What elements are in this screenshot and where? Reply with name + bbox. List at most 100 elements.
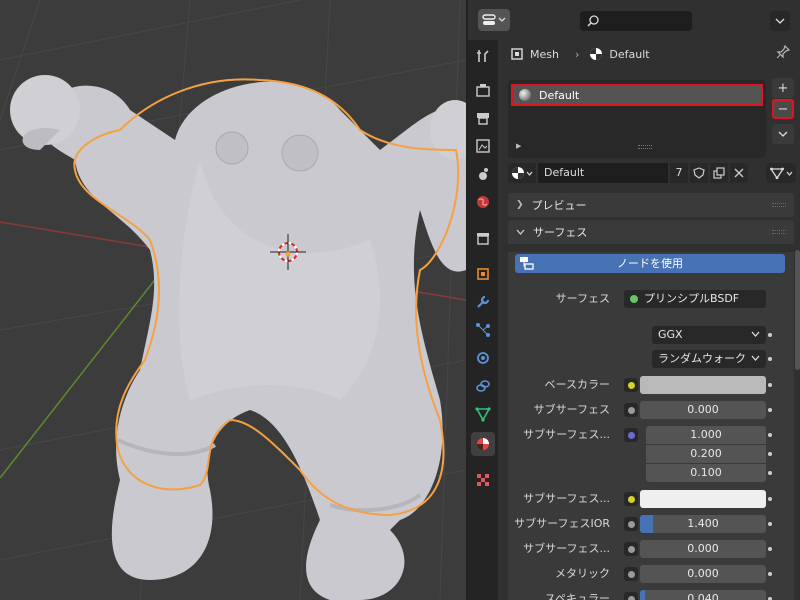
- specular-field[interactable]: 0.040: [640, 590, 766, 600]
- tool-icon: [477, 50, 489, 62]
- input-socket-dot[interactable]: [768, 408, 772, 412]
- tab-scene[interactable]: [471, 162, 495, 186]
- value-socket-icon[interactable]: [624, 542, 638, 556]
- material-users-count[interactable]: 7: [670, 163, 688, 183]
- editor-type-button[interactable]: [478, 9, 510, 31]
- subsurface-anisotropy-label: サブサーフェス...: [523, 542, 610, 555]
- distribution-dropdown[interactable]: GGX: [652, 326, 766, 344]
- subsurface-anisotropy-value: 0.000: [687, 542, 719, 555]
- surface-shader-label: サーフェス: [555, 292, 610, 305]
- pin-icon[interactable]: [776, 45, 790, 59]
- subsurface-field[interactable]: 0.000: [640, 401, 766, 419]
- tab-view-layer[interactable]: [471, 134, 495, 158]
- chevron-down-icon: [778, 131, 788, 137]
- subsurface-anisotropy-field[interactable]: 0.000: [640, 540, 766, 558]
- surface-shader-selector[interactable]: プリンシプルBSDF: [624, 290, 766, 308]
- subsurface-radius-z-field[interactable]: 0.100: [646, 464, 766, 482]
- drag-handle[interactable]: [772, 230, 786, 234]
- drag-handle[interactable]: [772, 203, 786, 207]
- surface-shader-value: プリンシプルBSDF: [644, 292, 740, 305]
- node-tree-icon: [520, 257, 534, 270]
- list-resize-handle[interactable]: [638, 145, 652, 149]
- material-slot-label: Default: [539, 88, 580, 102]
- shader-socket-icon: [630, 295, 638, 303]
- tab-particles[interactable]: [471, 318, 495, 342]
- metallic-value: 0.000: [687, 567, 719, 580]
- section-surface-header[interactable]: サーフェス: [508, 220, 794, 244]
- panel-scrollbar[interactable]: [795, 250, 800, 370]
- close-icon: [734, 168, 744, 178]
- subsurface-color-swatch[interactable]: [640, 490, 766, 508]
- physics-icon: [477, 352, 489, 364]
- subsurface-method-dropdown[interactable]: ランダムウォーク: [652, 350, 766, 368]
- tab-tool[interactable]: [471, 44, 495, 68]
- value-socket-icon[interactable]: [624, 592, 638, 600]
- chevron-right-icon: ❯: [516, 200, 524, 210]
- subsurface-color-label: サブサーフェス...: [523, 492, 610, 505]
- breadcrumb-separator: ›: [574, 47, 580, 61]
- base-color-swatch[interactable]: [640, 376, 766, 394]
- view-layer-icon: [476, 139, 490, 153]
- scene-icon: [479, 168, 488, 180]
- material-slot-list[interactable]: Default ▶: [508, 80, 766, 158]
- input-socket-dot[interactable]: [768, 433, 772, 437]
- character-mesh[interactable]: [10, 75, 466, 600]
- 3d-viewport[interactable]: [0, 0, 466, 600]
- vector-socket-icon[interactable]: [624, 428, 638, 442]
- tab-render[interactable]: [471, 78, 495, 102]
- breadcrumb-object: Mesh: [530, 47, 559, 61]
- input-socket-dot[interactable]: [768, 522, 772, 526]
- properties-header: [468, 0, 800, 40]
- color-socket-icon[interactable]: [624, 492, 638, 506]
- input-socket-dot[interactable]: [768, 357, 772, 361]
- browse-material-button[interactable]: [508, 163, 536, 183]
- distribution-value: GGX: [658, 328, 683, 341]
- material-specials-menu-button[interactable]: [772, 124, 794, 144]
- input-socket-dot[interactable]: [768, 572, 772, 576]
- breadcrumb-material: Default: [609, 47, 650, 61]
- remove-material-slot-button[interactable]: −: [772, 99, 794, 119]
- world-icon: [477, 196, 489, 208]
- value-socket-icon[interactable]: [624, 567, 638, 581]
- material-slot-default[interactable]: Default: [511, 84, 763, 106]
- subsurface-radius-y-field[interactable]: 0.200: [646, 445, 766, 463]
- material-name-field[interactable]: Default: [538, 163, 668, 183]
- chevron-down-icon: [775, 18, 785, 24]
- material-icon: [512, 167, 524, 179]
- search-input[interactable]: [580, 11, 692, 31]
- chevron-down-icon: [751, 355, 760, 361]
- input-socket-dot[interactable]: [768, 547, 772, 551]
- input-socket-dot[interactable]: [768, 383, 772, 387]
- tab-object[interactable]: [471, 262, 495, 286]
- tab-physics[interactable]: [471, 346, 495, 370]
- section-preview-header[interactable]: ❯ プレビュー: [508, 193, 794, 217]
- input-socket-dot[interactable]: [768, 471, 772, 475]
- add-material-slot-button[interactable]: +: [772, 78, 794, 98]
- search-icon: [587, 15, 599, 27]
- subsurface-ior-field[interactable]: 1.400: [640, 515, 766, 533]
- tab-world[interactable]: [471, 190, 495, 214]
- subsurface-radius-x-field[interactable]: 1.000: [646, 426, 766, 444]
- expand-list-icon[interactable]: ▶: [516, 142, 521, 150]
- input-socket-dot[interactable]: [768, 452, 772, 456]
- value-socket-icon[interactable]: [624, 517, 638, 531]
- base-color-label: ベースカラー: [544, 378, 610, 391]
- section-surface-label: サーフェス: [533, 226, 588, 239]
- metallic-field[interactable]: 0.000: [640, 565, 766, 583]
- options-dropdown-button[interactable]: [770, 11, 790, 31]
- object-icon: [477, 268, 489, 280]
- tab-collection[interactable]: [471, 226, 495, 250]
- tab-output[interactable]: [471, 106, 495, 130]
- unlink-material-button[interactable]: [730, 163, 748, 183]
- fake-user-button[interactable]: [690, 163, 708, 183]
- color-socket-icon[interactable]: [624, 378, 638, 392]
- tab-texture[interactable]: [471, 468, 495, 492]
- value-socket-icon[interactable]: [624, 403, 638, 417]
- input-socket-dot[interactable]: [768, 497, 772, 501]
- chevron-down-icon: [751, 331, 760, 337]
- duplicate-material-button[interactable]: [710, 163, 728, 183]
- material-link-menu-button[interactable]: [766, 163, 796, 183]
- input-socket-dot[interactable]: [768, 333, 772, 337]
- use-nodes-button[interactable]: ノードを使用: [515, 254, 785, 273]
- chevron-down-icon: [526, 171, 533, 176]
